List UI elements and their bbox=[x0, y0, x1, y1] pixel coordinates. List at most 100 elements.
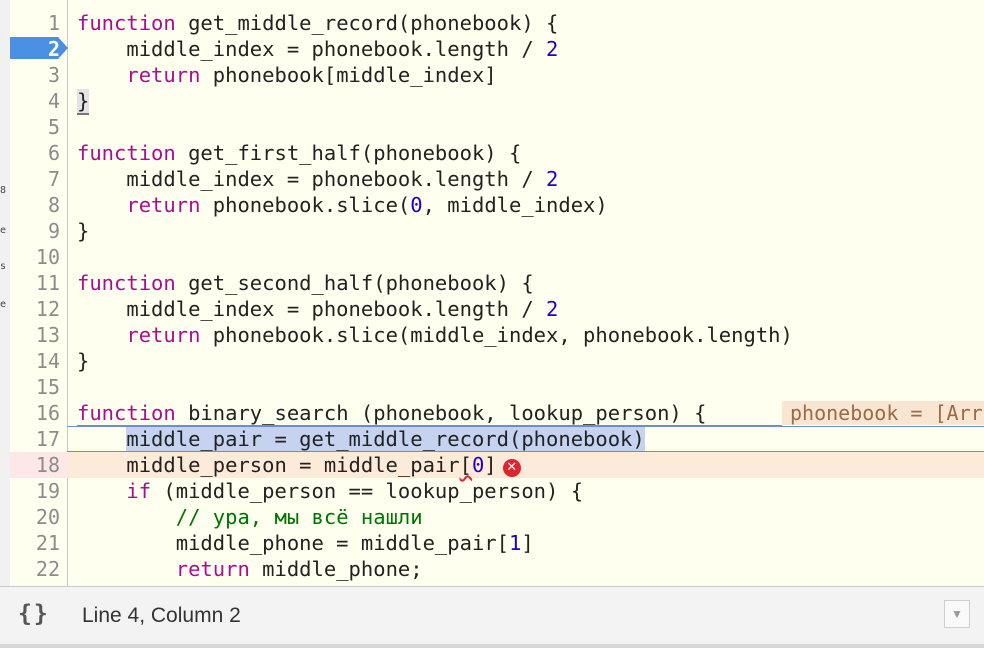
line-number[interactable]: 2 bbox=[10, 36, 60, 62]
line-number[interactable]: 12 bbox=[10, 296, 60, 322]
code-line[interactable]: 21 middle_phone = middle_pair[1] bbox=[10, 530, 984, 556]
line-number[interactable]: 9 bbox=[10, 218, 60, 244]
code-token: (middle_person == lookup_person) { bbox=[151, 479, 584, 503]
code-line[interactable]: 17 middle_pair = get_middle_record(phone… bbox=[10, 426, 984, 452]
code-line[interactable]: 3 return phonebook[middle_index] bbox=[10, 62, 984, 88]
keyword-token: function bbox=[77, 271, 176, 295]
code-text: } bbox=[77, 218, 89, 244]
keyword-token: return bbox=[126, 323, 201, 347]
line-number[interactable]: 3 bbox=[10, 62, 60, 88]
bottom-border bbox=[0, 644, 984, 648]
line-number[interactable]: 10 bbox=[10, 244, 60, 270]
code-token: middle_person = middle_pair bbox=[77, 453, 460, 477]
line-number[interactable]: 5 bbox=[10, 114, 60, 140]
keyword-token: return bbox=[126, 63, 201, 87]
code-text: return phonebook.slice(middle_index, pho… bbox=[77, 322, 793, 348]
line-number[interactable]: 6 bbox=[10, 140, 60, 166]
code-text: middle_index = phonebook.length / 2 bbox=[77, 166, 558, 192]
code-token: middle_pair = get_middle_record(phoneboo… bbox=[126, 427, 645, 451]
code-line[interactable]: 8 return phonebook.slice(0, middle_index… bbox=[10, 192, 984, 218]
code-text: function get_second_half(phonebook) { bbox=[77, 270, 534, 296]
line-number[interactable]: 11 bbox=[10, 270, 60, 296]
code-line[interactable]: 1 function get_middle_record(phonebook) { bbox=[10, 10, 984, 36]
code-line[interactable]: 18 middle_person = middle_pair[0] ✕ bbox=[10, 452, 984, 478]
line-number[interactable]: 20 bbox=[10, 504, 60, 530]
error-icon[interactable]: ✕ bbox=[502, 459, 521, 477]
line-number[interactable]: 18 bbox=[10, 452, 60, 478]
code-text: } bbox=[77, 88, 90, 115]
code-line[interactable]: 6 function get_first_half(phonebook) { bbox=[10, 140, 984, 166]
code-line[interactable]: 13 return phonebook.slice(middle_index, … bbox=[10, 322, 984, 348]
code-token: } bbox=[77, 89, 90, 115]
code-line[interactable]: 19 if (middle_person == lookup_person) { bbox=[10, 478, 984, 504]
code-text: function get_middle_record(phonebook) { bbox=[77, 10, 558, 36]
code-token: phonebook.slice(middle_index, phonebook.… bbox=[200, 323, 793, 347]
code-token: middle_index = phonebook.length / bbox=[77, 37, 546, 61]
code-token: ] bbox=[484, 453, 497, 477]
code-line[interactable]: 20 // ура, мы всё нашли bbox=[10, 504, 984, 530]
keyword-token: function bbox=[77, 11, 176, 35]
code-text: middle_person = middle_pair[0] ✕ bbox=[77, 452, 521, 478]
code-token: [ bbox=[459, 453, 472, 477]
line-number[interactable]: 1 bbox=[10, 10, 60, 36]
number-token: 2 bbox=[546, 297, 559, 321]
code-token: middle_phone = middle_pair[ bbox=[77, 531, 509, 555]
code-line[interactable]: 9} bbox=[10, 218, 984, 244]
code-token: } bbox=[77, 219, 90, 243]
number-token: 1 bbox=[508, 531, 522, 555]
line-number[interactable]: 15 bbox=[10, 374, 60, 400]
keyword-token: function bbox=[77, 401, 176, 425]
number-token: 0 bbox=[410, 193, 423, 217]
line-number[interactable]: 16 bbox=[10, 400, 60, 426]
cursor-position-label: Line 4, Column 2 bbox=[82, 604, 241, 627]
code-text: function binary_search (phonebook, looku… bbox=[77, 400, 706, 426]
code-text: return phonebook.slice(0, middle_index) bbox=[77, 192, 608, 218]
code-line[interactable]: 2 middle_index = phonebook.length / 2 bbox=[10, 36, 984, 62]
line-number[interactable]: 13 bbox=[10, 322, 60, 348]
code-text: return middle_phone; bbox=[77, 556, 423, 582]
line-number[interactable]: 22 bbox=[10, 556, 60, 582]
keyword-token: if bbox=[126, 479, 152, 503]
code-text: return phonebook[middle_index] bbox=[77, 62, 496, 88]
chevron-down-icon[interactable]: ▼ bbox=[944, 600, 970, 628]
code-token: phonebook.slice( bbox=[200, 193, 411, 217]
code-line[interactable]: 4} bbox=[10, 88, 984, 115]
code-line[interactable]: 5 bbox=[10, 114, 984, 140]
code-token: binary_search (phonebook, lookup_person)… bbox=[175, 401, 707, 425]
pretty-print-button[interactable]: {} bbox=[18, 601, 50, 627]
code-token: get_first_half(phonebook) { bbox=[175, 141, 522, 165]
keyword-token: return bbox=[175, 557, 250, 581]
code-text: middle_phone = middle_pair[1] bbox=[77, 530, 534, 556]
line-number[interactable]: 19 bbox=[10, 478, 60, 504]
line-number[interactable]: 21 bbox=[10, 530, 60, 556]
code-line[interactable]: 16 function binary_search (phonebook, loo… bbox=[10, 400, 984, 426]
line-number[interactable]: 17 bbox=[10, 426, 60, 452]
code-line[interactable]: 22 return middle_phone; bbox=[10, 556, 984, 582]
code-line[interactable]: 10 bbox=[10, 244, 984, 270]
line-number[interactable]: 4 bbox=[10, 88, 60, 114]
line-number[interactable]: 8 bbox=[10, 192, 60, 218]
code-token: middle_index = phonebook.length / bbox=[77, 167, 546, 191]
inline-variable-value[interactable]: phonebook = [Arr bbox=[782, 401, 984, 425]
edge-mark: e bbox=[0, 225, 7, 236]
code-line[interactable]: 15 bbox=[10, 374, 984, 400]
line-number[interactable]: 14 bbox=[10, 348, 60, 374]
line-number[interactable]: 7 bbox=[10, 166, 60, 192]
code-text: middle_index = phonebook.length / 2 bbox=[77, 296, 558, 322]
number-token: 0 bbox=[471, 453, 485, 477]
code-line[interactable]: 12 middle_index = phonebook.length / 2 bbox=[10, 296, 984, 322]
code-line[interactable]: 14} bbox=[10, 348, 984, 374]
code-line[interactable]: 7 middle_index = phonebook.length / 2 bbox=[10, 166, 984, 192]
code-token: get_middle_record(phonebook) bbox=[175, 11, 547, 35]
code-line[interactable]: 11 function get_second_half(phonebook) { bbox=[10, 270, 984, 296]
code-token: middle_phone; bbox=[249, 557, 423, 581]
edge-mark: 8 bbox=[0, 185, 7, 196]
edge-mark: e bbox=[0, 299, 7, 310]
code-editor[interactable]: 1 function get_middle_record(phonebook) {… bbox=[10, 0, 984, 586]
code-token: { bbox=[546, 11, 559, 35]
code-token: , middle_index) bbox=[422, 193, 608, 217]
code-text: middle_index = phonebook.length / 2 bbox=[77, 36, 558, 62]
